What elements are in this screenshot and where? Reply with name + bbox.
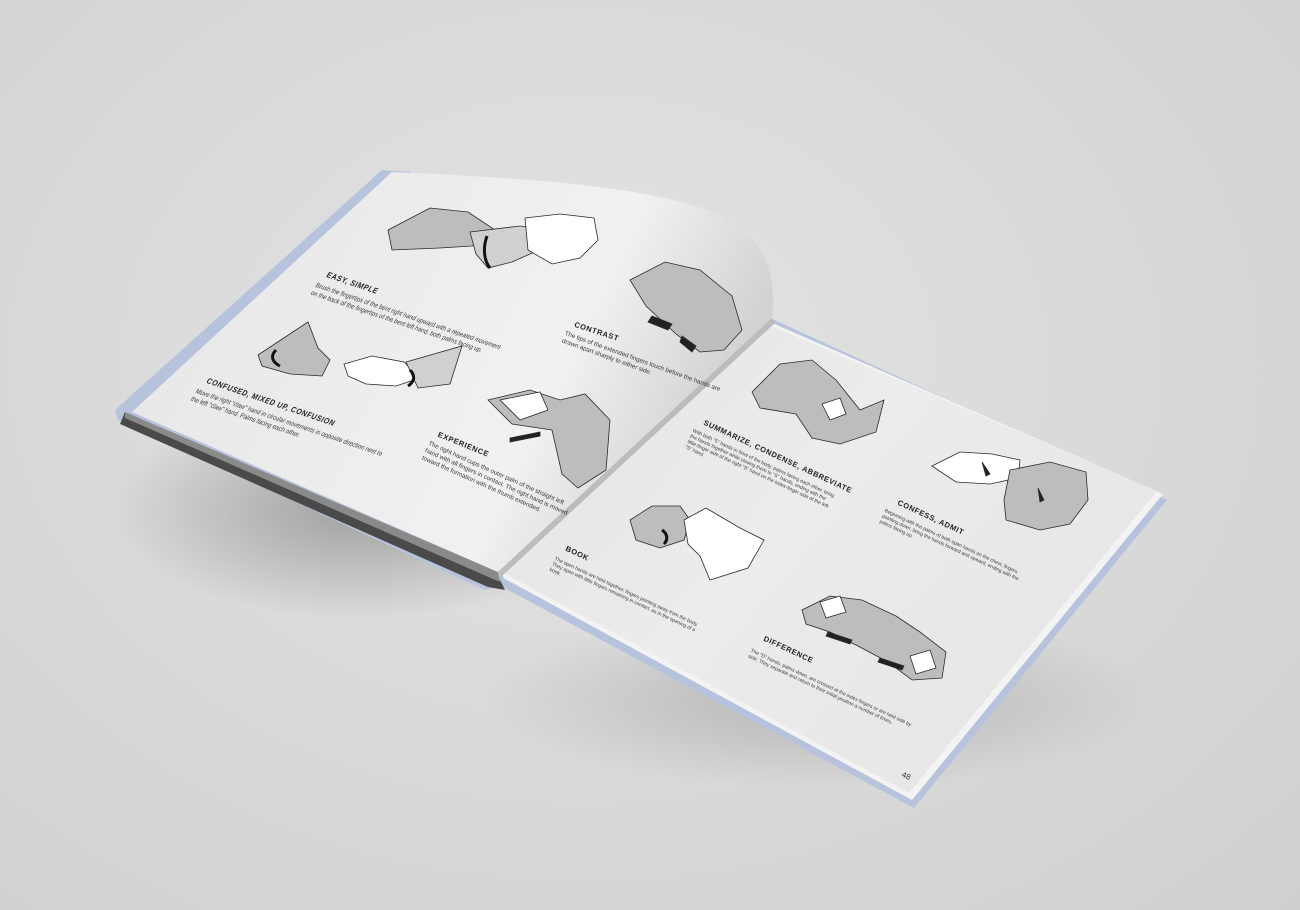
book-scene <box>110 170 1167 808</box>
